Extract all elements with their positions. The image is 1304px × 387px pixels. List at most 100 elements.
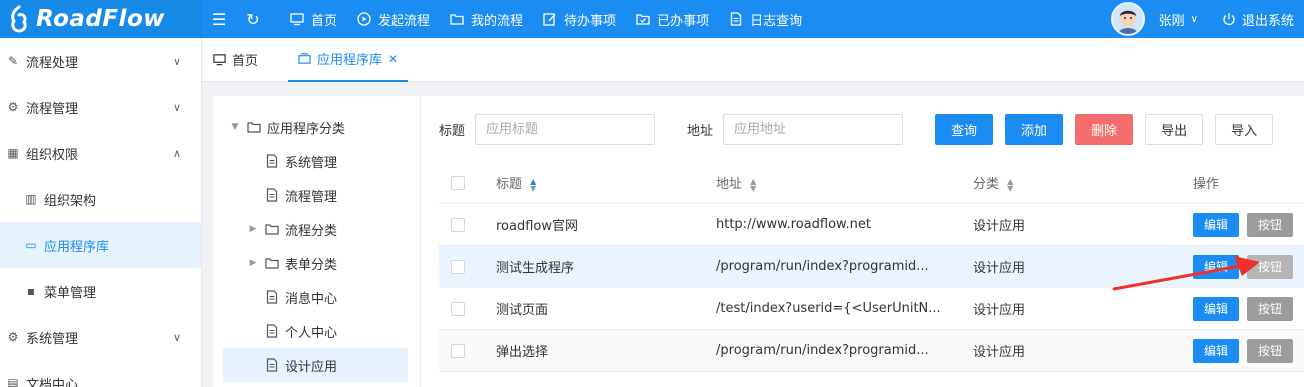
export-button[interactable]: 导出 bbox=[1145, 113, 1204, 145]
chevron-down-icon: ∨ bbox=[172, 54, 181, 68]
add-button[interactable]: 添加 bbox=[1005, 113, 1064, 145]
sidebar-item-menu-manage[interactable]: ▪ 菜单管理 bbox=[0, 268, 201, 314]
caret-right-icon[interactable]: ▶ bbox=[247, 258, 259, 268]
tree-node-label: 应用程序分类 bbox=[267, 121, 346, 137]
check-folder-icon bbox=[636, 14, 650, 25]
sort-icon[interactable]: ▲ ▼ bbox=[1007, 177, 1013, 192]
row-checkbox[interactable] bbox=[451, 343, 465, 358]
menu-toggle-icon[interactable]: ☰ bbox=[202, 10, 236, 29]
column-header-category[interactable]: 分类 ▲ ▼ bbox=[973, 173, 1193, 192]
sidebar-item-label: 系统管理 bbox=[26, 331, 79, 347]
tree-node-flow-manage[interactable]: 流程管理 bbox=[213, 178, 420, 212]
tree-node-label: 设计应用 bbox=[285, 359, 338, 375]
edit-button[interactable]: 编辑 bbox=[1193, 338, 1240, 363]
button-button[interactable]: 按钮 bbox=[1247, 338, 1294, 363]
nav-item-done[interactable]: 已办事项 bbox=[636, 10, 709, 29]
tree-node-form-category[interactable]: ▶ 表单分类 bbox=[213, 246, 420, 280]
delete-button[interactable]: 删除 bbox=[1075, 113, 1134, 145]
logo-text: RoadFlow bbox=[36, 6, 165, 32]
monitor-icon bbox=[290, 13, 304, 26]
table-row[interactable]: roadflow官网 http://www.roadflow.net 设计应用 … bbox=[439, 204, 1304, 246]
category-tree: ▼ 应用程序分类 系统管理 流程管理 ▶ 流程分类 ▶ 表单分类 消息中心 个人… bbox=[213, 96, 421, 387]
edit-button[interactable]: 编辑 bbox=[1193, 212, 1240, 237]
column-label: 分类 bbox=[973, 177, 1000, 192]
refresh-icon[interactable]: ↻ bbox=[236, 10, 270, 29]
nav-item-home[interactable]: 首页 bbox=[290, 10, 337, 29]
button-button[interactable]: 按钮 bbox=[1247, 212, 1294, 237]
file-icon bbox=[266, 324, 278, 338]
caret-right-icon[interactable]: ▶ bbox=[247, 224, 259, 234]
logo-icon bbox=[11, 5, 27, 33]
sidebar-item-system-manage[interactable]: ⚙ 系统管理 ∨ bbox=[0, 314, 201, 360]
edit-icon bbox=[543, 13, 556, 26]
import-button[interactable]: 导入 bbox=[1215, 113, 1274, 145]
tab-label: 应用程序库 bbox=[317, 53, 383, 68]
logo[interactable]: RoadFlow bbox=[0, 0, 202, 38]
nav-item-todo[interactable]: 待办事项 bbox=[543, 10, 616, 29]
tab-home[interactable]: 首页 bbox=[203, 38, 268, 82]
nav-item-start-flow[interactable]: 发起流程 bbox=[357, 10, 430, 29]
row-category: 设计应用 bbox=[973, 303, 1026, 318]
sidebar-item-flow-process[interactable]: ✎ 流程处理 ∨ bbox=[0, 38, 201, 84]
sidebar-item-app-library[interactable]: ▭ 应用程序库 bbox=[0, 222, 201, 268]
chevron-down-icon[interactable]: ∨ bbox=[1191, 14, 1198, 25]
column-header-title[interactable]: 标题 ▲ ▼ bbox=[496, 173, 716, 192]
avatar[interactable] bbox=[1110, 2, 1145, 36]
query-button[interactable]: 查询 bbox=[935, 113, 994, 145]
nav-item-label: 日志查询 bbox=[750, 13, 803, 29]
sidebar-item-org-structure[interactable]: ▥ 组织架构 bbox=[0, 176, 201, 222]
close-icon[interactable]: ✕ bbox=[388, 52, 398, 66]
button-button[interactable]: 按钮 bbox=[1247, 296, 1294, 321]
column-header-actions: 操作 bbox=[1193, 173, 1304, 192]
tree-node-label: 流程管理 bbox=[285, 189, 338, 205]
row-address: /program/run/index?programid... bbox=[716, 259, 929, 274]
title-search-input[interactable] bbox=[475, 113, 656, 145]
edit-button[interactable]: 编辑 bbox=[1193, 296, 1240, 321]
sidebar-item-label: 流程处理 bbox=[26, 55, 79, 71]
row-title: 弹出选择 bbox=[496, 345, 549, 360]
column-label: 标题 bbox=[496, 177, 523, 192]
file-icon bbox=[266, 290, 278, 304]
row-title: 测试生成程序 bbox=[496, 261, 575, 276]
column-label: 操作 bbox=[1193, 177, 1220, 192]
tree-node-design-app[interactable]: 设计应用 bbox=[223, 348, 408, 382]
nav-item-my-flow[interactable]: 我的流程 bbox=[450, 10, 523, 29]
row-checkbox[interactable] bbox=[451, 259, 465, 274]
address-search-input[interactable] bbox=[723, 113, 904, 145]
chevron-down-icon: ∨ bbox=[172, 330, 181, 344]
file-icon bbox=[266, 154, 278, 168]
column-header-address[interactable]: 地址 ▲ ▼ bbox=[716, 173, 973, 192]
nav-item-label: 发起流程 bbox=[378, 13, 431, 29]
table-row[interactable]: 弹出选择 /program/run/index?programid... 设计应… bbox=[439, 330, 1304, 372]
tree-node-system[interactable]: 系统管理 bbox=[213, 144, 420, 178]
row-checkbox[interactable] bbox=[451, 301, 465, 316]
row-title: roadflow官网 bbox=[496, 219, 579, 234]
sidebar-item-doc-center[interactable]: ▤ 文档中心 bbox=[0, 360, 201, 387]
logout-link[interactable]: 退出系统 bbox=[1242, 10, 1304, 29]
tree-node-message[interactable]: 消息中心 bbox=[213, 280, 420, 314]
tree-node-personal[interactable]: 个人中心 bbox=[213, 314, 420, 348]
tab-app-library[interactable]: 应用程序库 ✕ bbox=[288, 38, 409, 82]
user-name[interactable]: 张刚 bbox=[1159, 10, 1185, 29]
tree-node-label: 流程分类 bbox=[285, 223, 338, 239]
sidebar-item-org-permission[interactable]: ▦ 组织权限 ∧ bbox=[0, 130, 201, 176]
sidebar-item-flow-manage[interactable]: ⚙ 流程管理 ∨ bbox=[0, 84, 201, 130]
nav-item-log[interactable]: 日志查询 bbox=[729, 10, 802, 29]
sort-icon[interactable]: ▲ ▼ bbox=[750, 177, 756, 192]
file-icon bbox=[266, 188, 278, 202]
file-settings-icon: ⚙ bbox=[7, 100, 19, 114]
caret-down-icon[interactable]: ▼ bbox=[229, 122, 241, 132]
chevron-down-icon: ∨ bbox=[172, 100, 181, 114]
sidebar-item-label: 流程管理 bbox=[26, 101, 79, 117]
power-icon[interactable] bbox=[1222, 12, 1236, 26]
row-address: /program/run/index?programid... bbox=[716, 343, 929, 358]
sort-icon[interactable]: ▲ ▼ bbox=[530, 177, 536, 192]
org-icon: ▦ bbox=[7, 146, 19, 160]
edit-icon: ✎ bbox=[7, 54, 19, 68]
tree-node-flow-category[interactable]: ▶ 流程分类 bbox=[213, 212, 420, 246]
select-all-checkbox[interactable] bbox=[451, 175, 465, 190]
top-bar: RoadFlow ☰ ↻ 首页 发起流程 我的流程 待办事项 已办事项 日志查询 bbox=[0, 0, 1304, 38]
row-checkbox[interactable] bbox=[451, 217, 465, 232]
address-label: 地址 bbox=[687, 123, 714, 139]
tree-root[interactable]: ▼ 应用程序分类 bbox=[213, 110, 420, 144]
